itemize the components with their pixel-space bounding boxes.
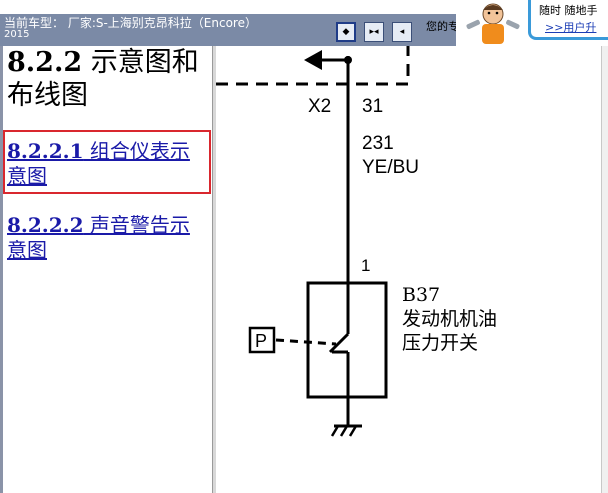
component-name-line2: 压力开关 <box>402 332 478 354</box>
connector-pin-label: 31 <box>362 96 383 117</box>
vehicle-info: 当前车型： 厂家:S-上海别克昂科拉（Encore） 2015 <box>4 16 330 40</box>
single-pane-button[interactable]: ◆ <box>336 22 356 42</box>
greeting-text: 您的专 <box>426 20 456 33</box>
signal-arrow-icon <box>304 50 322 70</box>
toc-item-number: 8.2.2.1 <box>7 139 84 163</box>
section-number: 8.2.2 <box>7 47 83 78</box>
mascot-icon <box>466 3 520 44</box>
wiring-diagram: X2 31 231 YE/BU 1 P B37 发动机机油 压力开关 <box>216 46 497 437</box>
promo-box: 随时 随地手 >>用户升 <box>528 0 608 40</box>
circuit-number-label: 231 <box>362 133 394 154</box>
top-bar: 当前车型： 厂家:S-上海别克昂科拉（Encore） 2015 ◆ ▸◂ ◂ 您… <box>0 0 608 46</box>
promo-text: 随时 随地手 <box>539 4 598 17</box>
nav-pane-button[interactable]: ◂ <box>392 22 412 42</box>
single-pane-icon: ◆ <box>342 27 350 37</box>
split-pane-button[interactable]: ▸◂ <box>364 22 384 42</box>
pressure-symbol-icon: P <box>255 331 267 351</box>
toc-item-number: 8.2.2.2 <box>7 213 84 237</box>
section-title: 8.2.2 示意图和布线图 <box>7 46 213 112</box>
toc-item-cluster-schematic[interactable]: 8.2.2.1 组合仪表示意图 <box>7 139 207 189</box>
vehicle-year: 2015 <box>4 29 30 40</box>
diagram-scrollbar[interactable] <box>601 46 608 493</box>
module-boundary <box>216 46 410 86</box>
vehicle-label: 当前车型： 厂家:S-上海别克昂科拉（Encore） <box>4 16 257 30</box>
component-name-line1: 发动机机油 <box>402 308 497 330</box>
toc-item-chime-schematic[interactable]: 8.2.2.2 声音警告示意图 <box>7 213 207 263</box>
component-pin-label: 1 <box>361 256 370 275</box>
wire-color-label: YE/BU <box>362 157 419 178</box>
component-id-label: B37 <box>402 284 440 306</box>
pressure-actuation-line <box>275 338 337 346</box>
sidebar: 8.2.2 示意图和布线图 8.2.2.1 组合仪表示意图 8.2.2.2 声音… <box>0 46 212 493</box>
split-pane-icon: ▸◂ <box>369 27 379 37</box>
connector-label: X2 <box>308 96 331 117</box>
ground-icon <box>330 424 362 437</box>
upgrade-link[interactable]: >>用户升 <box>545 19 596 35</box>
nav-pane-icon: ◂ <box>399 27 405 37</box>
